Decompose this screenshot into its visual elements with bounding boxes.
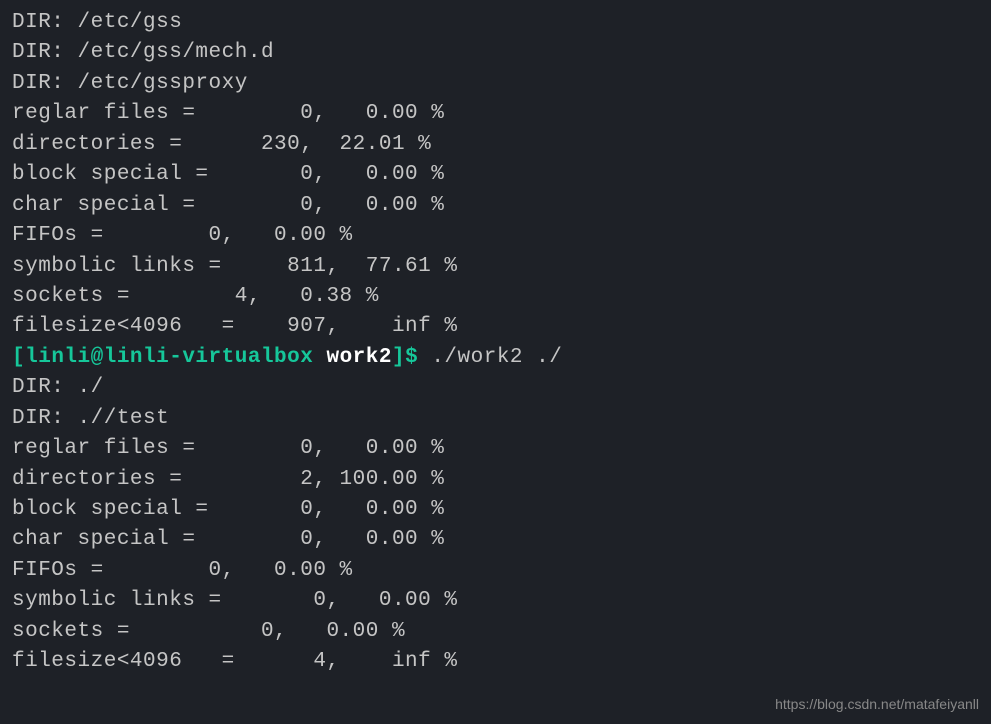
output-line: filesize<4096 = 4, inf % xyxy=(12,647,979,677)
output-line: DIR: /etc/gss/mech.d xyxy=(12,38,979,68)
terminal-output-block-2: DIR: ./ DIR: .//test reglar files = 0, 0… xyxy=(12,373,979,677)
output-line: FIFOs = 0, 0.00 % xyxy=(12,221,979,251)
prompt-working-dir: work2 xyxy=(326,346,392,369)
prompt-dollar: $ xyxy=(405,346,418,369)
output-line: DIR: ./ xyxy=(12,373,979,403)
prompt-open-bracket: [ xyxy=(12,346,25,369)
command-text: ./work2 ./ xyxy=(431,346,562,369)
output-line: DIR: /etc/gss xyxy=(12,8,979,38)
output-line: char special = 0, 0.00 % xyxy=(12,191,979,221)
output-line: char special = 0, 0.00 % xyxy=(12,525,979,555)
output-line: symbolic links = 811, 77.61 % xyxy=(12,252,979,282)
output-line: block special = 0, 0.00 % xyxy=(12,160,979,190)
prompt-user-host: linli@linli-virtualbox xyxy=(25,346,313,369)
output-line: reglar files = 0, 0.00 % xyxy=(12,434,979,464)
output-line: DIR: .//test xyxy=(12,404,979,434)
output-line: sockets = 0, 0.00 % xyxy=(12,617,979,647)
terminal-output-block-1: DIR: /etc/gss DIR: /etc/gss/mech.d DIR: … xyxy=(12,8,979,343)
output-line: DIR: /etc/gssproxy xyxy=(12,69,979,99)
output-line: symbolic links = 0, 0.00 % xyxy=(12,586,979,616)
prompt-post-space xyxy=(418,346,431,369)
output-line: filesize<4096 = 907, inf % xyxy=(12,312,979,342)
output-line: directories = 230, 22.01 % xyxy=(12,130,979,160)
output-line: directories = 2, 100.00 % xyxy=(12,465,979,495)
output-line: sockets = 4, 0.38 % xyxy=(12,282,979,312)
prompt-line[interactable]: [linli@linli-virtualbox work2]$ ./work2 … xyxy=(12,343,979,373)
watermark-text: https://blog.csdn.net/matafeiyanll xyxy=(775,694,979,714)
output-line: FIFOs = 0, 0.00 % xyxy=(12,556,979,586)
output-line: reglar files = 0, 0.00 % xyxy=(12,99,979,129)
output-line: block special = 0, 0.00 % xyxy=(12,495,979,525)
prompt-close-bracket: ] xyxy=(392,346,405,369)
prompt-space xyxy=(313,346,326,369)
